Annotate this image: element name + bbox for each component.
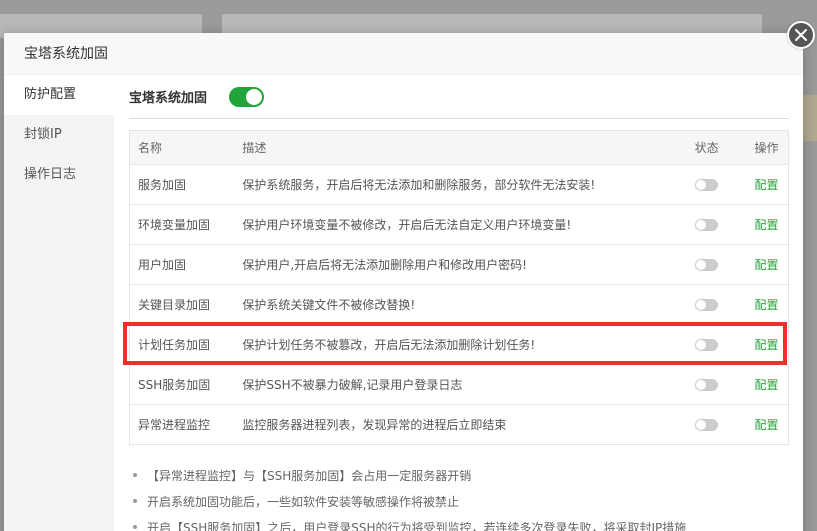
row-status	[686, 364, 747, 405]
row-status	[686, 284, 747, 325]
configure-link[interactable]: 配置	[755, 258, 779, 272]
notes-list: 【异常进程监控】与【SSH服务加固】会占用一定服务器开销 开启系统加固功能后，一…	[129, 467, 789, 531]
table-row: 服务加固 保护系统服务，开启后将无法添加和删除服务，部分软件无法安装! 配置	[129, 164, 789, 205]
row-status	[686, 204, 747, 245]
row-action: 配置	[746, 364, 789, 405]
configure-link[interactable]: 配置	[755, 178, 779, 192]
toggle-knob	[695, 340, 706, 350]
table-row: 环境变量加固 保护用户环境变量不被修改，开启后无法自定义用户环境变量! 配置	[129, 204, 789, 245]
note-item: 【异常进程监控】与【SSH服务加固】会占用一定服务器开销	[133, 467, 789, 484]
row-description: 保护用户,开启后将无法添加删除用户和修改用户密码!	[234, 244, 687, 285]
table-row: 关键目录加固 保护系统关键文件不被修改替换! 配置	[129, 284, 789, 325]
close-button[interactable]	[787, 21, 815, 49]
row-name: SSH服务加固	[129, 364, 235, 405]
row-action: 配置	[746, 244, 789, 285]
note-item: 开启系统加固功能后，一些如软件安装等敏感操作将被禁止	[133, 493, 789, 510]
status-toggle[interactable]	[694, 299, 718, 311]
sidebar-item-operation-log[interactable]: 操作日志	[4, 155, 114, 195]
row-description: 保护用户环境变量不被修改，开启后无法自定义用户环境变量!	[234, 204, 687, 245]
row-name: 用户加固	[129, 244, 235, 285]
status-toggle[interactable]	[694, 259, 718, 271]
sidebar-item-block-ip[interactable]: 封锁IP	[4, 115, 114, 155]
configure-link[interactable]: 配置	[755, 298, 779, 312]
row-status	[686, 324, 747, 365]
row-name: 异常进程监控	[138, 418, 211, 432]
table-header-row: 名称 描述 状态 操作	[129, 130, 789, 165]
status-toggle[interactable]	[694, 339, 718, 351]
toggle-knob	[695, 380, 706, 390]
master-toggle[interactable]	[229, 86, 265, 107]
row-action: 配置	[746, 204, 789, 245]
hardening-modal: 宝塔系统加固 防护配置 封锁IP 操作日志 宝塔系统加固 名称 描述 状态 操作…	[4, 33, 803, 531]
row-name: 关键目录加固	[129, 284, 235, 325]
status-toggle[interactable]	[694, 179, 718, 191]
row-action: 配置	[746, 164, 789, 205]
toggle-knob	[695, 420, 706, 430]
toggle-knob	[695, 180, 706, 190]
configure-link[interactable]: 配置	[755, 418, 779, 432]
row-action: 配置	[747, 405, 789, 445]
row-name: 环境变量加固	[129, 204, 235, 245]
table-row: 异常进程监控 监控服务器进程列表，发现异常的进程后立即结束 配置	[130, 405, 789, 445]
header-name: 名称	[129, 130, 235, 165]
row-action: 配置	[746, 324, 789, 365]
row-name: 服务加固	[129, 164, 235, 205]
modal-title: 宝塔系统加固	[4, 33, 803, 75]
note-item: 开启【SSH服务加固】之后，用户登录SSH的行为将受到监控，若连续多次登录失败，…	[133, 519, 789, 531]
row-description: 保护SSH不被暴力破解,记录用户登录日志	[234, 364, 687, 405]
row-description: 保护计划任务不被篡改，开启后无法添加删除计划任务!	[234, 324, 687, 365]
row-description: 保护系统关键文件不被修改替换!	[234, 284, 687, 325]
master-switch-label: 宝塔系统加固	[129, 91, 208, 106]
row-description: 保护系统服务，开启后将无法添加和删除服务，部分软件无法安装!	[234, 164, 687, 205]
table-row: 用户加固 保护用户,开启后将无法添加删除用户和修改用户密码! 配置	[129, 244, 789, 285]
configure-link[interactable]: 配置	[755, 218, 779, 232]
header-status: 状态	[686, 130, 747, 165]
table-row: 计划任务加固 保护计划任务不被篡改，开启后无法添加删除计划任务! 配置	[129, 324, 789, 365]
row-status	[686, 244, 747, 285]
hardening-table: 名称 描述 状态 操作 服务加固 保护系统服务，开启后将无法添加和删除服务，部分…	[129, 130, 789, 445]
header-description: 描述	[234, 130, 687, 165]
row-action: 配置	[746, 284, 789, 325]
row-status	[687, 405, 747, 445]
master-switch-row: 宝塔系统加固	[129, 75, 789, 119]
configure-link[interactable]: 配置	[755, 378, 779, 392]
background-panel	[803, 95, 817, 141]
status-toggle[interactable]	[694, 379, 718, 391]
row-status	[686, 164, 747, 205]
header-action: 操作	[746, 130, 789, 165]
toggle-knob	[246, 88, 263, 105]
row-description: 监控服务器进程列表，发现异常的进程后立即结束	[242, 418, 507, 432]
configure-link[interactable]: 配置	[755, 338, 779, 352]
sidebar-item-protection-config[interactable]: 防护配置	[4, 75, 114, 115]
row-name: 计划任务加固	[129, 324, 235, 365]
toggle-knob	[695, 300, 706, 310]
toggle-knob	[695, 260, 706, 270]
status-toggle[interactable]	[694, 219, 718, 231]
close-icon	[795, 29, 807, 41]
status-toggle[interactable]	[694, 419, 718, 431]
toggle-knob	[695, 220, 706, 230]
modal-sidebar: 防护配置 封锁IP 操作日志	[4, 75, 114, 531]
main-content: 宝塔系统加固 名称 描述 状态 操作 服务加固 保护系统服务，开启后将无法添加和…	[129, 75, 789, 531]
table-row: SSH服务加固 保护SSH不被暴力破解,记录用户登录日志 配置	[129, 364, 789, 405]
